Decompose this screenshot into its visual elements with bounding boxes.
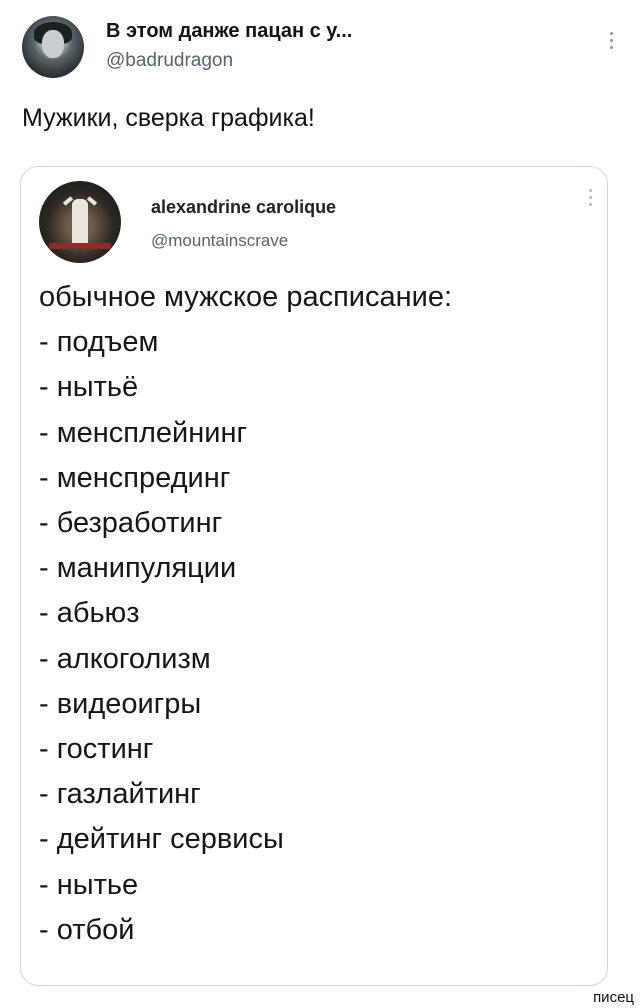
tweet-text: Мужики, сверка графика!	[22, 104, 315, 132]
list-item: - подъем	[39, 326, 159, 359]
list-item: - нытье	[39, 868, 139, 901]
more-vertical-icon[interactable]	[610, 32, 614, 53]
list-item: - абьюз	[39, 597, 140, 630]
quoted-tweet-card[interactable]: alexandrine carolique @mountainscrave об…	[20, 166, 608, 986]
list-item: - отбой	[39, 913, 135, 946]
list-item: - видеоигры	[39, 687, 202, 720]
list-item: - нытьё	[39, 371, 139, 404]
quoted-tweet-text: обычное мужское расписание: - подъем - н…	[39, 275, 452, 953]
list-item: - газлайтинг	[39, 778, 201, 811]
list-item: - алкоголизм	[39, 642, 211, 675]
list-item: - дейтинг сервисы	[39, 823, 284, 856]
list-item: - менспрединг	[39, 461, 231, 494]
list-item: - манипуляции	[39, 552, 237, 585]
avatar-floor	[49, 243, 111, 249]
quoted-avatar[interactable]	[39, 181, 121, 263]
watermark: писец	[593, 989, 634, 1006]
quoted-author-handle[interactable]: @mountainscrave	[151, 231, 288, 251]
avatar[interactable]	[22, 16, 84, 78]
list-item: - безработинг	[39, 507, 223, 540]
avatar-figure	[72, 199, 88, 245]
author-handle[interactable]: @badrudragon	[106, 50, 233, 72]
schedule-heading: обычное мужское расписание:	[39, 281, 453, 313]
avatar-arm	[86, 196, 98, 206]
more-vertical-icon[interactable]	[589, 189, 593, 210]
list-item: - менсплейнинг	[39, 416, 248, 449]
quoted-author-name[interactable]: alexandrine carolique	[151, 197, 336, 218]
avatar-face	[42, 30, 64, 58]
author-name[interactable]: В этом данже пацан с у...	[106, 20, 352, 43]
list-item: - гостинг	[39, 733, 154, 766]
tweet-header: В этом данже пацан с у... @badrudragon	[22, 14, 622, 84]
